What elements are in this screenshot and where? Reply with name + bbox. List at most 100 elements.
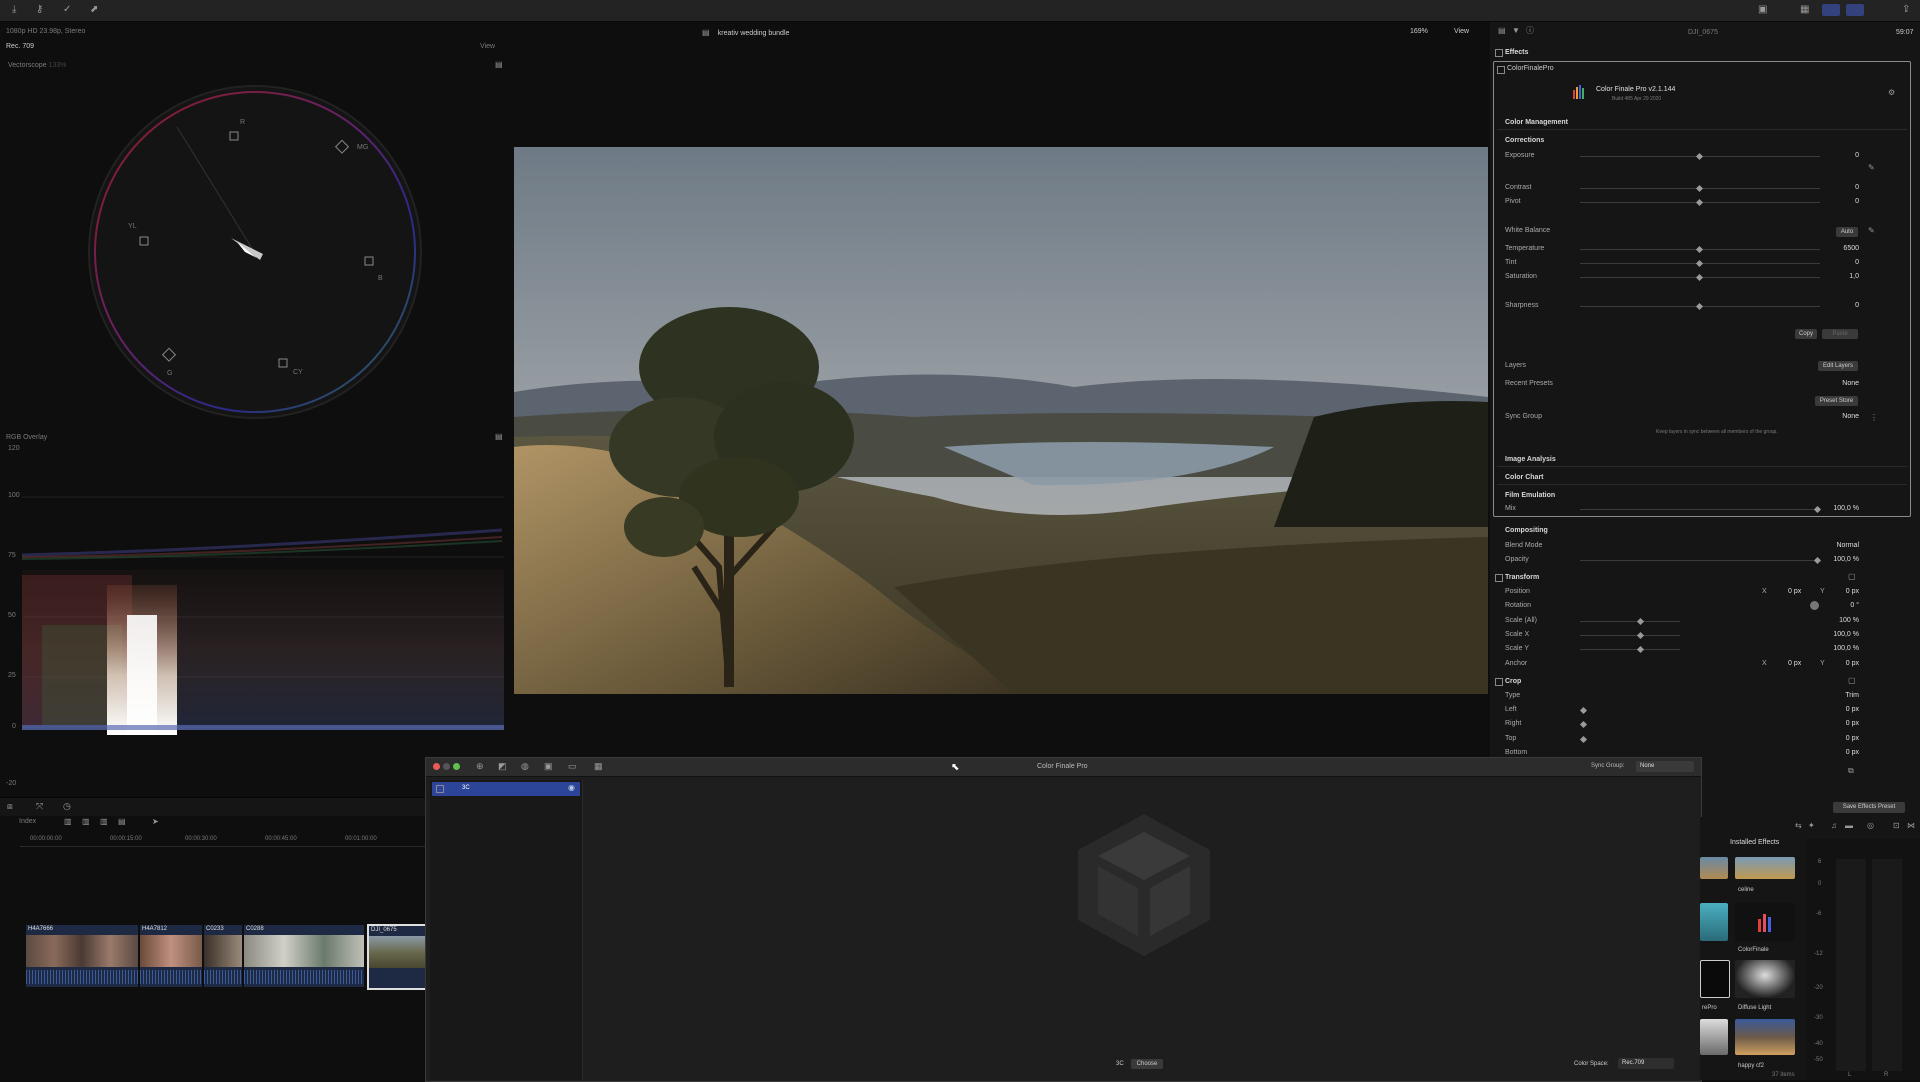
crop-bottom-value[interactable]: 0 px: [1846, 749, 1859, 756]
more-options-icon[interactable]: ⋮: [1870, 413, 1878, 423]
effect-thumb[interactable]: [1700, 903, 1728, 941]
copy-button[interactable]: Copy: [1795, 329, 1817, 339]
color-chart-label[interactable]: Color Chart: [1505, 474, 1544, 481]
effect-thumb[interactable]: [1700, 1019, 1728, 1055]
timeline-clip[interactable]: H4A7666: [26, 925, 138, 987]
window-icon[interactable]: ⊡: [1893, 821, 1900, 831]
layer-checkbox[interactable]: [436, 785, 444, 793]
effect-thumb[interactable]: [1735, 857, 1795, 879]
transform-checkbox[interactable]: [1495, 574, 1503, 582]
grid-icon[interactable]: ▦: [1800, 5, 1809, 15]
transform-tool-icon[interactable]: ⤧: [36, 801, 43, 811]
save-effects-preset-button[interactable]: Save Effects Preset: [1833, 802, 1905, 813]
share-export-icon[interactable]: ⇪: [1902, 5, 1910, 15]
scale-x-slider-knob[interactable]: [1636, 631, 1645, 640]
pivot-slider-knob[interactable]: [1695, 198, 1704, 207]
close-window-button[interactable]: [433, 763, 440, 770]
sync-group-dropdown[interactable]: None: [1842, 413, 1859, 420]
effect-thumb[interactable]: [1735, 960, 1795, 998]
gauge-icon[interactable]: ◎: [1867, 821, 1874, 831]
viewer-zoom[interactable]: 169%: [1410, 28, 1428, 35]
share-icon[interactable]: ⬈: [90, 5, 98, 15]
timeline-toggle-button[interactable]: [1822, 4, 1840, 16]
cfp-sync-group-dropdown[interactable]: None: [1636, 761, 1694, 772]
color-inspector-icon[interactable]: ▼: [1512, 26, 1520, 36]
folder-icon[interactable]: ▭: [568, 761, 577, 771]
rotation-value[interactable]: 0 °: [1850, 602, 1859, 609]
info-inspector-icon[interactable]: ⓘ: [1526, 26, 1534, 36]
append-icon[interactable]: ▥: [100, 817, 108, 827]
close-panel-icon[interactable]: ⋈: [1907, 821, 1915, 831]
mix-slider[interactable]: [1580, 509, 1820, 510]
blend-mode-dropdown[interactable]: Normal: [1836, 542, 1859, 549]
color-space-dropdown[interactable]: Rec.709: [1618, 1058, 1674, 1069]
browser-transitions-icon[interactable]: ⇆: [1795, 821, 1802, 831]
position-y-value[interactable]: 0 px: [1846, 588, 1859, 595]
connect-icon[interactable]: ▥: [64, 817, 72, 827]
plugin-settings-icon[interactable]: ⚙: [1888, 88, 1895, 98]
saturation-value[interactable]: 1,0: [1849, 273, 1859, 280]
paste-button[interactable]: Paste: [1822, 329, 1858, 339]
inspector-toggle-button[interactable]: [1846, 4, 1864, 16]
scale-all-value[interactable]: 100 %: [1839, 617, 1859, 624]
pivot-value[interactable]: 0: [1855, 198, 1859, 205]
position-x-value[interactable]: 0 px: [1788, 588, 1801, 595]
mix-slider-knob[interactable]: [1813, 505, 1822, 514]
waveform-settings-icon[interactable]: ▤: [495, 432, 503, 442]
timeline-clip[interactable]: H4A7812: [140, 925, 202, 987]
library-icon[interactable]: ▣: [1758, 5, 1767, 15]
keyword-icon[interactable]: ⚷: [36, 5, 43, 15]
wheels-tool-icon[interactable]: ⊕: [476, 761, 484, 771]
scale-all-slider[interactable]: [1580, 621, 1680, 622]
layer-visibility-icon[interactable]: ◉: [568, 783, 575, 792]
eyedropper-icon[interactable]: ✎: [1868, 163, 1875, 173]
colorfinale-checkbox[interactable]: [1497, 66, 1505, 74]
timeline-clip[interactable]: C0233: [204, 925, 242, 987]
check-icon[interactable]: ✓: [63, 5, 71, 15]
crop-checkbox[interactable]: [1495, 678, 1503, 686]
crop-top-value[interactable]: 0 px: [1846, 735, 1859, 742]
effects-checkbox[interactable]: [1495, 49, 1503, 57]
crop-left-slider-knob[interactable]: [1579, 706, 1588, 715]
opacity-value[interactable]: 100,0 %: [1833, 556, 1859, 563]
timeline-clip-selected[interactable]: DJI_0675: [367, 924, 427, 990]
recent-presets-dropdown[interactable]: None: [1842, 380, 1859, 387]
insert-icon[interactable]: ▥: [82, 817, 90, 827]
preset-store-button[interactable]: Preset Store: [1815, 396, 1858, 406]
crop-onscreen-icon[interactable]: ▢: [1848, 676, 1856, 686]
index-button[interactable]: Index: [19, 818, 36, 825]
crop-type-dropdown[interactable]: Trim: [1845, 692, 1859, 699]
effect-thumb[interactable]: [1735, 1019, 1795, 1055]
scope-settings-icon[interactable]: ▤: [495, 60, 503, 70]
crop-right-slider-knob[interactable]: [1579, 720, 1588, 729]
lut-tool-icon[interactable]: ▣: [544, 761, 553, 771]
auto-white-balance-button[interactable]: Auto: [1836, 227, 1858, 237]
overwrite-icon[interactable]: ▤: [118, 817, 126, 827]
scale-y-slider-knob[interactable]: [1636, 645, 1645, 654]
saturation-slider-knob[interactable]: [1695, 273, 1704, 282]
anchor-x-value[interactable]: 0 px: [1788, 660, 1801, 667]
grid-view-icon[interactable]: ▦: [594, 761, 603, 771]
exposure-value[interactable]: 0: [1855, 152, 1859, 159]
tint-value[interactable]: 0: [1855, 259, 1859, 266]
tint-slider-knob[interactable]: [1695, 259, 1704, 268]
choose-button[interactable]: Choose: [1131, 1059, 1163, 1069]
timeline-clip[interactable]: C0288: [244, 925, 364, 987]
edit-layers-button[interactable]: Edit Layers: [1818, 361, 1858, 371]
import-icon[interactable]: ⤓: [12, 5, 16, 15]
scope-view-menu[interactable]: View: [480, 43, 495, 50]
opacity-slider-knob[interactable]: [1813, 556, 1822, 565]
effect-thumb[interactable]: [1735, 903, 1795, 941]
clip-appearance-icon[interactable]: ⧈: [7, 801, 13, 811]
crop-left-value[interactable]: 0 px: [1846, 706, 1859, 713]
color-management-label[interactable]: Color Management: [1505, 119, 1568, 126]
sharpness-value[interactable]: 0: [1855, 302, 1859, 309]
wb-eyedropper-icon[interactable]: ✎: [1868, 226, 1875, 236]
effect-thumb[interactable]: [1700, 857, 1728, 879]
video-inspector-icon[interactable]: ▤: [1498, 26, 1506, 36]
scale-y-value[interactable]: 100,0 %: [1833, 645, 1859, 652]
scale-x-slider[interactable]: [1580, 635, 1680, 636]
scale-y-slider[interactable]: [1580, 649, 1680, 650]
select-tool-icon[interactable]: ➤: [152, 817, 159, 827]
crop-top-slider-knob[interactable]: [1579, 735, 1588, 744]
